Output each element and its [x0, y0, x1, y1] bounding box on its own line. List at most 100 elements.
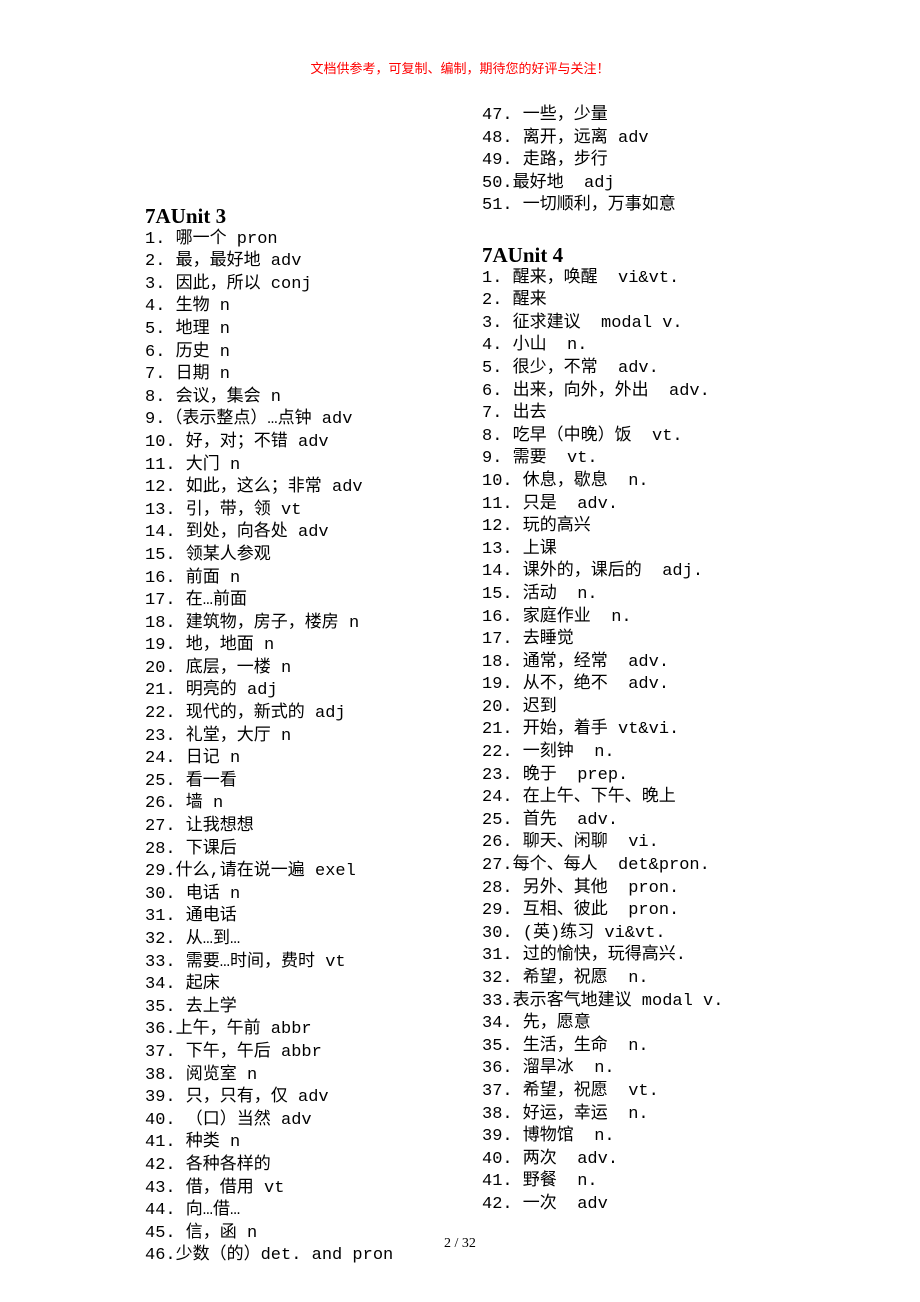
- list-item: 42. 各种各样的: [145, 1155, 393, 1178]
- list-item: 13. 上课: [482, 539, 723, 562]
- list-item: 12. 如此，这么；非常 adv: [145, 477, 393, 500]
- list-item: 10. 好，对；不错 adv: [145, 432, 393, 455]
- list-item: 40. （口）当然 adv: [145, 1110, 393, 1133]
- list-item: 29. 互相、彼此 pron.: [482, 900, 723, 923]
- list-item: 19. 地，地面 n: [145, 635, 393, 658]
- list-item: 10. 休息，歇息 n.: [482, 471, 723, 494]
- page-header: 文档供参考，可复制、编制，期待您的好评与关注！: [0, 58, 920, 77]
- list-item: 16. 前面 n: [145, 568, 393, 591]
- list-item: 51. 一切顺利，万事如意: [482, 195, 676, 218]
- list-item: 28. 下课后: [145, 839, 393, 862]
- list-item: 41. 种类 n: [145, 1132, 393, 1155]
- list-item: 17. 去睡觉: [482, 629, 723, 652]
- list-item: 26. 墙 n: [145, 793, 393, 816]
- list-item: 22. 现代的，新式的 adj: [145, 703, 393, 726]
- list-item: 15. 活动 n.: [482, 584, 723, 607]
- vocab-list-unit4: 1. 醒来，唤醒 vi&vt.2. 醒来3. 征求建议 modal v.4. 小…: [482, 268, 723, 1217]
- list-item: 47. 一些，少量: [482, 105, 676, 128]
- list-item: 30. 电话 n: [145, 884, 393, 907]
- column-right-bottom: 7AUnit 4 1. 醒来，唤醒 vi&vt.2. 醒来3. 征求建议 mod…: [482, 244, 723, 1217]
- vocab-list-unit3: 1. 哪一个 pron2. 最，最好地 adv3. 因此，所以 conj4. 生…: [145, 229, 393, 1268]
- list-item: 40. 两次 adv.: [482, 1149, 723, 1172]
- list-item: 36.上午，午前 abbr: [145, 1019, 393, 1042]
- list-item: 7. 日期 n: [145, 364, 393, 387]
- list-item: 6. 历史 n: [145, 342, 393, 365]
- list-item: 36. 溜旱冰 n.: [482, 1058, 723, 1081]
- list-item: 32. 从…到…: [145, 929, 393, 952]
- list-item: 20. 迟到: [482, 697, 723, 720]
- list-item: 27.每个、每人 det&pron.: [482, 855, 723, 878]
- list-item: 26. 聊天、闲聊 vi.: [482, 832, 723, 855]
- list-item: 33. 需要…时间，费时 vt: [145, 952, 393, 975]
- list-item: 3. 因此，所以 conj: [145, 274, 393, 297]
- list-item: 22. 一刻钟 n.: [482, 742, 723, 765]
- list-item: 38. 好运，幸运 n.: [482, 1104, 723, 1127]
- list-item: 14. 课外的，课后的 adj.: [482, 561, 723, 584]
- list-item: 31. 过的愉快，玩得高兴.: [482, 945, 723, 968]
- unit-title-4: 7AUnit 4: [482, 244, 723, 267]
- list-item: 20. 底层，一楼 n: [145, 658, 393, 681]
- list-item: 15. 领某人参观: [145, 545, 393, 568]
- list-item: 38. 阅览室 n: [145, 1065, 393, 1088]
- list-item: 44. 向…借…: [145, 1200, 393, 1223]
- list-item: 8. 会议，集会 n: [145, 387, 393, 410]
- list-item: 29.什么,请在说一遍 exel: [145, 861, 393, 884]
- list-item: 27. 让我想想: [145, 816, 393, 839]
- list-item: 14. 到处，向各处 adv: [145, 522, 393, 545]
- list-item: 7. 出去: [482, 403, 723, 426]
- list-item: 32. 希望，祝愿 n.: [482, 968, 723, 991]
- list-item: 35. 生活，生命 n.: [482, 1036, 723, 1059]
- list-item: 12. 玩的高兴: [482, 516, 723, 539]
- list-item: 31. 通电话: [145, 906, 393, 929]
- list-item: 3. 征求建议 modal v.: [482, 313, 723, 336]
- column-right-top: 47. 一些，少量48. 离开，远离 adv49. 走路，步行50.最好地 ad…: [482, 105, 676, 218]
- list-item: 21. 明亮的 adj: [145, 680, 393, 703]
- list-item: 39. 博物馆 n.: [482, 1126, 723, 1149]
- list-item: 25. 看一看: [145, 771, 393, 794]
- list-item: 21. 开始，着手 vt&vi.: [482, 719, 723, 742]
- list-item: 11. 只是 adv.: [482, 494, 723, 517]
- list-item: 2. 醒来: [482, 290, 723, 313]
- list-item: 1. 醒来，唤醒 vi&vt.: [482, 268, 723, 291]
- list-item: 4. 小山 n.: [482, 335, 723, 358]
- list-item: 5. 很少，不常 adv.: [482, 358, 723, 381]
- list-item: 18. 通常，经常 adv.: [482, 652, 723, 675]
- list-item: 25. 首先 adv.: [482, 810, 723, 833]
- list-item: 30. (英)练习 vi&vt.: [482, 923, 723, 946]
- list-item: 34. 先，愿意: [482, 1013, 723, 1036]
- column-left: 7AUnit 3 1. 哪一个 pron2. 最，最好地 adv3. 因此，所以…: [145, 205, 393, 1268]
- list-item: 11. 大门 n: [145, 455, 393, 478]
- list-item: 8. 吃早（中晚）饭 vt.: [482, 426, 723, 449]
- list-item: 28. 另外、其他 pron.: [482, 878, 723, 901]
- list-item: 48. 离开，远离 adv: [482, 128, 676, 151]
- list-item: 9. 需要 vt.: [482, 448, 723, 471]
- list-item: 37. 希望，祝愿 vt.: [482, 1081, 723, 1104]
- list-item: 35. 去上学: [145, 997, 393, 1020]
- list-item: 2. 最，最好地 adv: [145, 251, 393, 274]
- list-item: 49. 走路，步行: [482, 150, 676, 173]
- list-item: 19. 从不，绝不 adv.: [482, 674, 723, 697]
- list-item: 24. 在上午、下午、晚上: [482, 787, 723, 810]
- list-item: 50.最好地 adj: [482, 173, 676, 196]
- list-item: 13. 引，带，领 vt: [145, 500, 393, 523]
- list-item: 41. 野餐 n.: [482, 1171, 723, 1194]
- list-item: 23. 晚于 prep.: [482, 765, 723, 788]
- list-item: 33.表示客气地建议 modal v.: [482, 991, 723, 1014]
- list-item: 23. 礼堂，大厅 n: [145, 726, 393, 749]
- list-item: 24. 日记 n: [145, 748, 393, 771]
- page-footer: 2 / 32: [0, 1236, 920, 1252]
- list-item: 43. 借，借用 vt: [145, 1178, 393, 1201]
- unit-title-3: 7AUnit 3: [145, 205, 393, 228]
- vocab-list-unit3-cont: 47. 一些，少量48. 离开，远离 adv49. 走路，步行50.最好地 ad…: [482, 105, 676, 218]
- list-item: 37. 下午，午后 abbr: [145, 1042, 393, 1065]
- list-item: 34. 起床: [145, 974, 393, 997]
- list-item: 16. 家庭作业 n.: [482, 607, 723, 630]
- list-item: 1. 哪一个 pron: [145, 229, 393, 252]
- list-item: 42. 一次 adv: [482, 1194, 723, 1217]
- list-item: 18. 建筑物，房子，楼房 n: [145, 613, 393, 636]
- list-item: 6. 出来，向外，外出 adv.: [482, 381, 723, 404]
- list-item: 9.（表示整点）…点钟 adv: [145, 409, 393, 432]
- list-item: 17. 在…前面: [145, 590, 393, 613]
- list-item: 4. 生物 n: [145, 296, 393, 319]
- list-item: 39. 只，只有，仅 adv: [145, 1087, 393, 1110]
